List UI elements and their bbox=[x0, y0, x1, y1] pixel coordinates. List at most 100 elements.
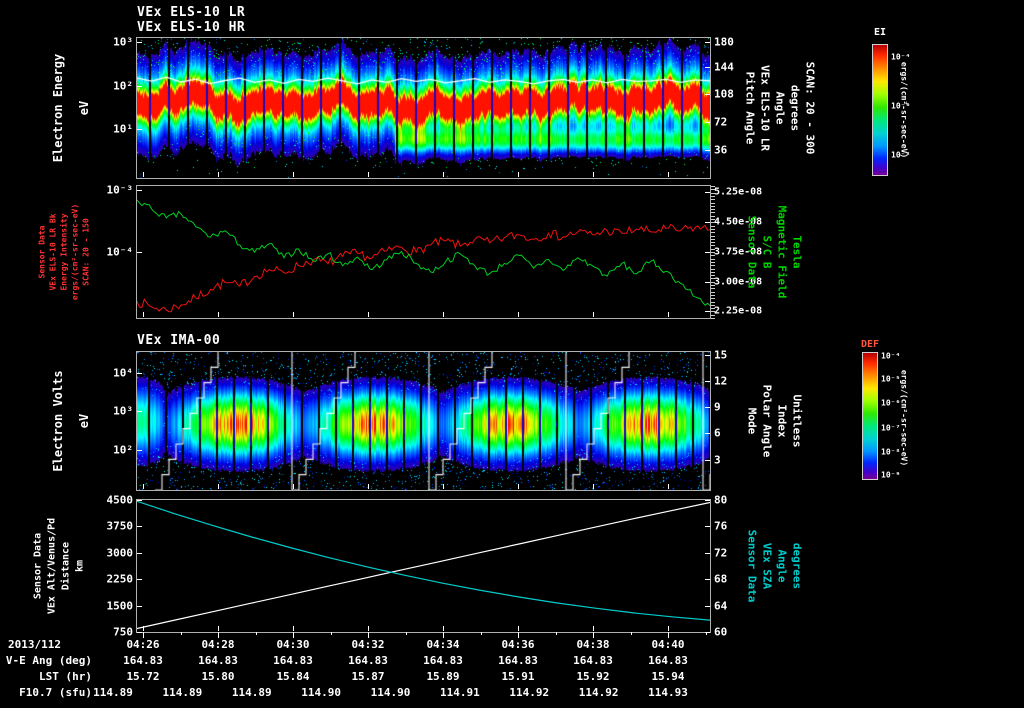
time-minor-tick-mark bbox=[180, 632, 182, 635]
axis-tick-label: 9 bbox=[714, 400, 721, 414]
axis-tick-mark bbox=[705, 42, 710, 44]
ei-colorbar-tick-label: 10⁻⁶ bbox=[891, 101, 911, 111]
footer-value: 15.87 bbox=[351, 670, 385, 683]
footer-value: 114.92 bbox=[578, 686, 619, 699]
axis-tick-label: 10⁴ bbox=[113, 366, 133, 380]
footer-value: 15.80 bbox=[201, 670, 235, 683]
els-right-axis-label: SCAN: 20 - 300 bbox=[803, 61, 817, 155]
footer-value: 15.72 bbox=[126, 670, 160, 683]
axis-tick-mark bbox=[705, 191, 710, 193]
minor-ruler-tick bbox=[711, 285, 715, 286]
time-tick-mark bbox=[218, 626, 219, 631]
ima-right-axis-label: Polar Angle bbox=[760, 384, 774, 458]
time-tick-mark bbox=[593, 626, 594, 631]
sensor-b-right-axis-label: Magnetic Field bbox=[775, 205, 789, 299]
sensor-b-chart bbox=[137, 199, 710, 313]
def-colorbar-tick-label: 10⁻⁶ bbox=[881, 398, 901, 408]
axis-tick-mark bbox=[137, 85, 142, 87]
minor-ruler-tick bbox=[711, 209, 715, 211]
def-colorbar-tick-label: 10⁻⁹ bbox=[881, 470, 901, 480]
time-tick-mark bbox=[218, 172, 219, 177]
els-left-axis-label: Electron Energy bbox=[51, 53, 65, 163]
time-tick-mark bbox=[593, 172, 594, 177]
time-major-tick-mark bbox=[293, 632, 294, 638]
minor-ruler-tick bbox=[711, 252, 715, 253]
footer-value: 15.92 bbox=[576, 670, 610, 683]
time-tick-mark bbox=[518, 626, 519, 631]
axis-tick-label: 68 bbox=[714, 572, 728, 586]
time-tick-mark bbox=[518, 312, 519, 317]
time-tick-mark bbox=[293, 484, 294, 489]
minor-ruler-tick bbox=[711, 232, 715, 234]
footer-value: 114.89 bbox=[93, 686, 133, 699]
axis-tick-label: 10² bbox=[113, 443, 133, 457]
axis-tick-label: 10³ bbox=[113, 35, 133, 49]
axis-tick-label: 144 bbox=[714, 60, 734, 74]
sensor-b-right-axis-label: S/C B bbox=[760, 235, 774, 269]
time-major-tick-mark bbox=[668, 632, 669, 638]
minor-ruler-tick bbox=[711, 212, 715, 214]
orbit-left-axis-label: Distance bbox=[60, 541, 72, 591]
footer-value: 164.83 bbox=[648, 654, 688, 667]
sensor-b-left-axis-label: VEx ELS-10 LR Bk bbox=[48, 213, 58, 291]
orbit-left-axis-label: Sensor Data bbox=[32, 532, 44, 600]
axis-tick-mark bbox=[137, 372, 142, 374]
minor-ruler-tick bbox=[711, 189, 715, 191]
minor-ruler-tick bbox=[711, 248, 715, 250]
time-major-tick-mark bbox=[218, 632, 219, 638]
time-tick-mark bbox=[593, 312, 594, 317]
time-tick-mark bbox=[143, 312, 144, 317]
axis-tick-label: 60 bbox=[714, 625, 728, 639]
els-right-axis-label: VEx ELS-10 LR bbox=[758, 64, 772, 152]
time-tick-mark bbox=[368, 626, 369, 631]
minor-ruler-tick bbox=[711, 311, 715, 313]
def-colorbar-tick-label: 10⁻⁴ bbox=[881, 351, 901, 361]
ima-right-axis-label: Index bbox=[775, 404, 789, 438]
ei-colorbar-title: EI bbox=[873, 27, 887, 38]
footer-value: 15.94 bbox=[651, 670, 685, 683]
time-tick-mark bbox=[143, 172, 144, 177]
orbit-right-axis-label: degrees bbox=[790, 542, 804, 590]
axis-tick-mark bbox=[137, 579, 142, 581]
ima-left-axis-label: Electron Volts bbox=[51, 370, 65, 472]
axis-tick-label: 3 bbox=[714, 453, 721, 467]
sensor-b-right-axis-label: Tesla bbox=[790, 235, 804, 269]
axis-tick-mark bbox=[705, 579, 710, 581]
ei-colorbar bbox=[872, 44, 888, 176]
els-right-axis-label: degrees bbox=[788, 84, 802, 132]
time-major-tick-mark bbox=[518, 632, 519, 638]
axis-tick-label: 2.25e-08 bbox=[714, 305, 763, 317]
time-tick-mark bbox=[368, 172, 369, 177]
minor-ruler-tick bbox=[711, 186, 715, 187]
axis-tick-mark bbox=[705, 407, 710, 409]
axis-tick-mark bbox=[705, 500, 710, 501]
footer-value: 15.84 bbox=[276, 670, 310, 683]
axis-tick-label: 80 bbox=[714, 493, 728, 507]
time-tick-mark bbox=[368, 484, 369, 489]
axis-tick-mark bbox=[705, 311, 710, 313]
def-colorbar-tick-label: 10⁻⁷ bbox=[881, 423, 901, 433]
sensor-b-left-axis-label: SCAN: 20 - 150 bbox=[81, 218, 91, 286]
orbit-right-axis-label: Angle bbox=[775, 549, 789, 583]
minor-ruler-tick bbox=[711, 202, 715, 204]
minor-ruler-tick bbox=[711, 225, 715, 227]
sensor-b-left-axis-label: ergs/(cm²-sr-sec-eV) bbox=[70, 203, 80, 301]
axis-tick-mark bbox=[705, 122, 710, 123]
minor-ruler-tick bbox=[711, 235, 715, 237]
axis-tick-label: 1500 bbox=[106, 599, 134, 613]
time-minor-tick-mark bbox=[480, 632, 482, 635]
footer-value: 114.89 bbox=[231, 686, 272, 699]
time-tick-mark bbox=[293, 626, 294, 631]
minor-ruler-tick bbox=[711, 215, 715, 217]
axis-tick-mark bbox=[137, 42, 142, 44]
minor-ruler-tick bbox=[711, 278, 715, 280]
minor-ruler-tick bbox=[711, 314, 715, 316]
time-tick-mark bbox=[443, 312, 444, 317]
axis-tick-mark bbox=[705, 433, 710, 435]
time-tick-label: 04:38 bbox=[576, 638, 610, 651]
minor-ruler-tick bbox=[711, 288, 715, 290]
panel1-title-lr: VEx ELS-10 LR bbox=[137, 5, 246, 20]
time-tick-mark bbox=[218, 484, 219, 489]
time-major-tick-mark bbox=[593, 632, 594, 638]
time-tick-mark bbox=[443, 484, 444, 489]
